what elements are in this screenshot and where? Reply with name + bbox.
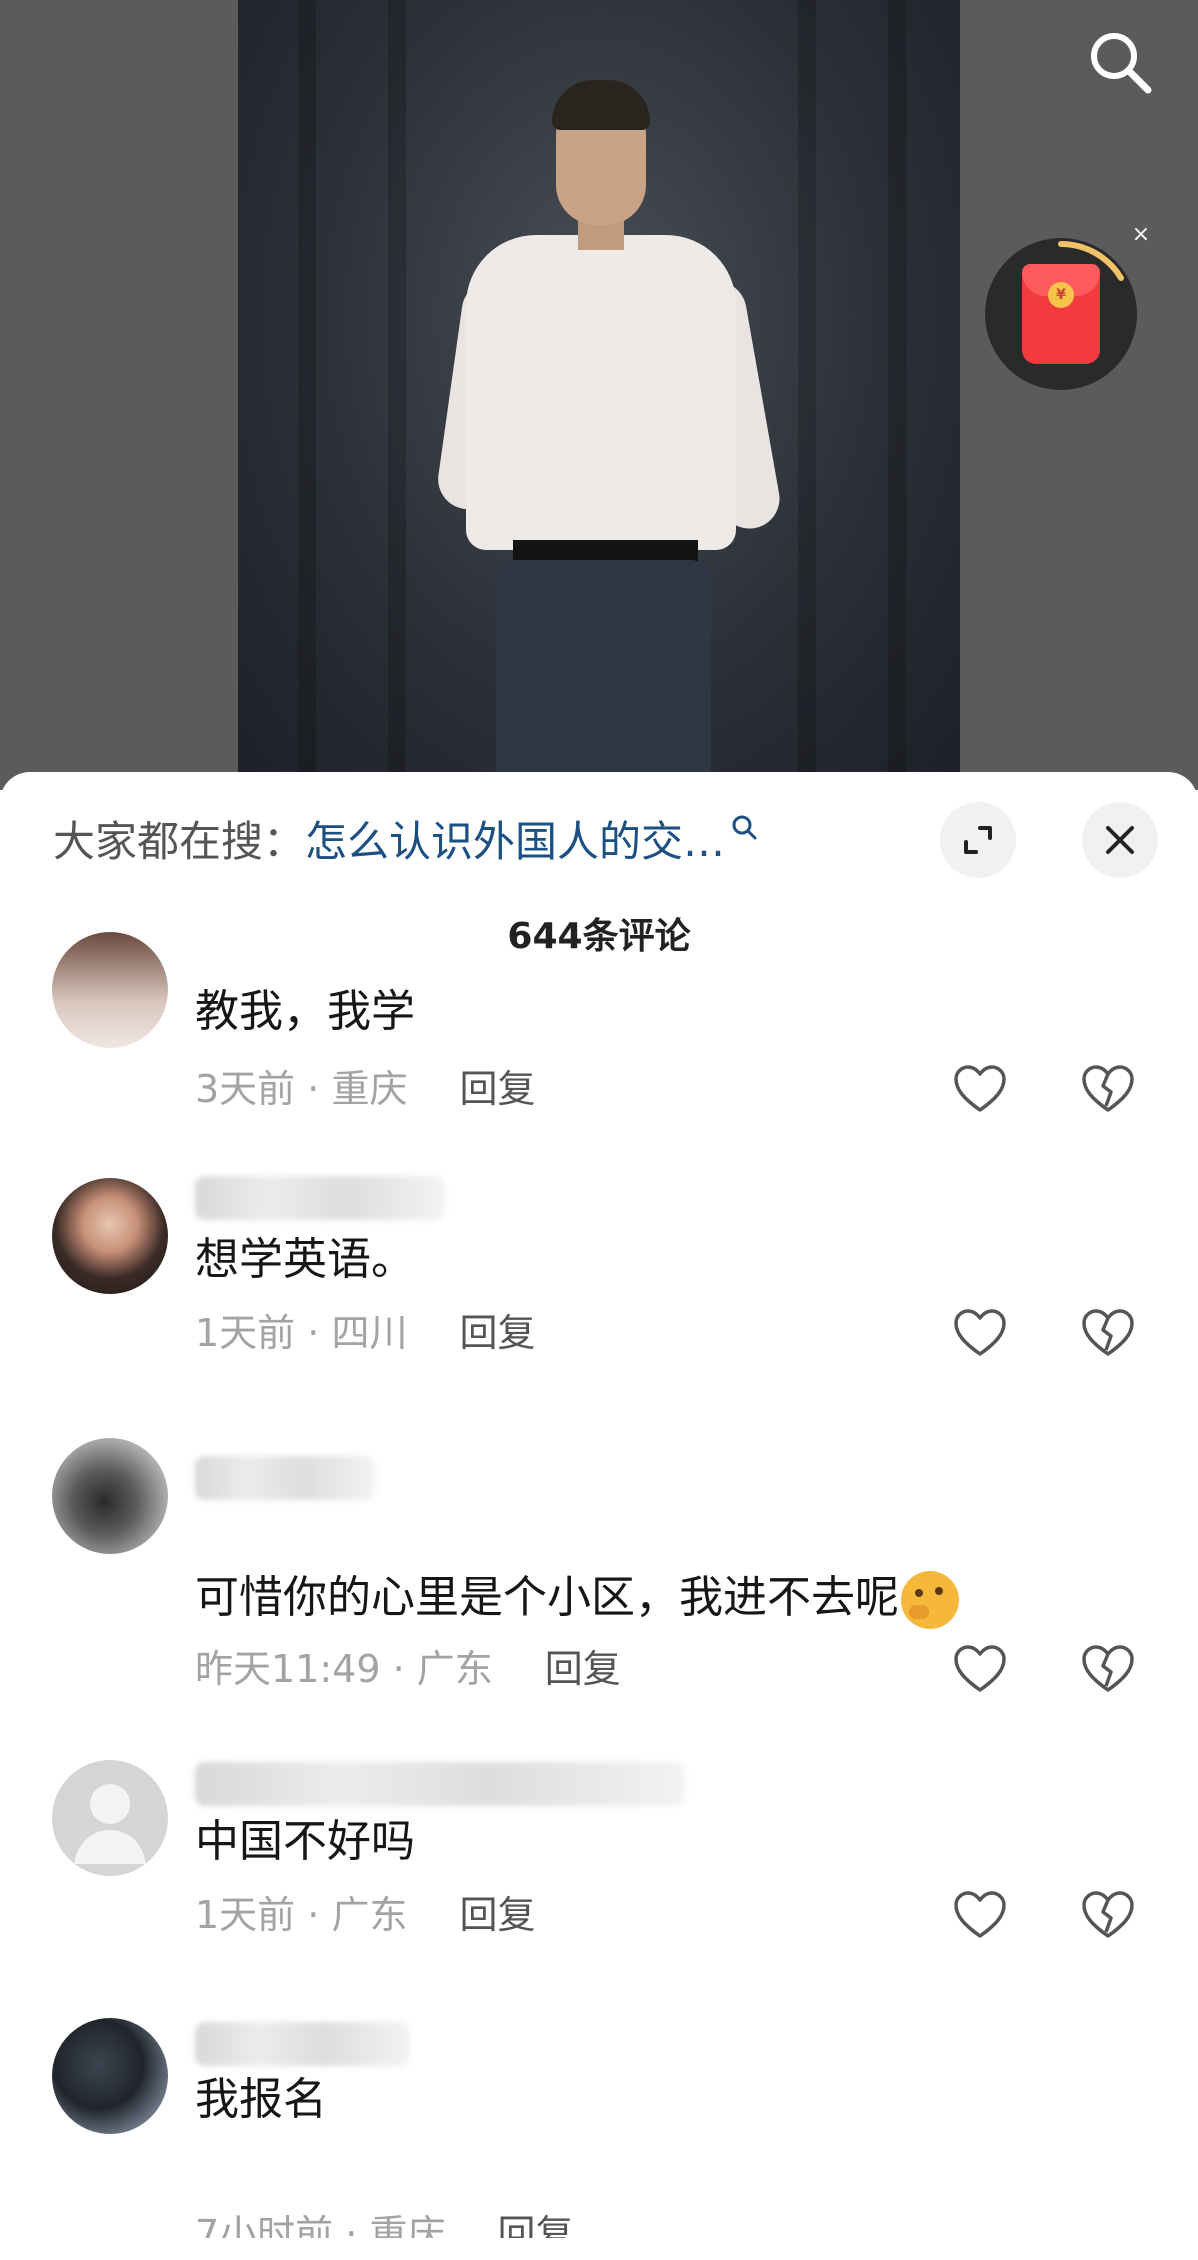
curtain-fold — [798, 0, 816, 790]
close-button[interactable] — [1082, 802, 1158, 878]
meta-separator: · — [295, 1893, 332, 1937]
like-button[interactable] — [948, 1883, 1012, 1947]
comment-location: 广东 — [331, 1893, 408, 1937]
dislike-button[interactable] — [1076, 1637, 1140, 1701]
video-frame — [238, 0, 960, 790]
comment-time: 7小时前 — [195, 2212, 334, 2238]
comment-count: 644条评论 — [507, 916, 691, 957]
person-hair — [552, 80, 650, 130]
person-shirt — [466, 235, 736, 550]
meta-separator: · — [380, 1647, 417, 1691]
broken-heart-icon — [1082, 1891, 1134, 1938]
like-button[interactable] — [948, 1637, 1012, 1701]
heart-icon — [954, 1891, 1006, 1938]
expand-icon — [964, 826, 992, 854]
avatar[interactable] — [52, 2018, 168, 2134]
comment-sheet: 大家都在搜：怎么认识外国人的交… 644条评论 教我，我学 3天前 · 重庆 回复 — [0, 772, 1198, 2260]
comment-location: 重庆 — [331, 1067, 408, 1111]
comment-text: 我报名 — [195, 2074, 327, 2125]
person-belt — [513, 540, 698, 562]
reply-button[interactable]: 回复 — [459, 1893, 535, 1937]
comment-meta: 1天前 · 广东 回复 — [195, 1890, 535, 1940]
comment-time: 3天前 — [195, 1067, 296, 1111]
username-blurred[interactable] — [195, 2022, 410, 2066]
red-packet-close-button[interactable]: × — [1128, 222, 1154, 248]
meta-separator: · — [295, 1311, 332, 1355]
comment-time: 1天前 — [195, 1893, 296, 1937]
comment-time: 1天前 — [195, 1311, 296, 1355]
close-icon — [1106, 826, 1134, 854]
comment-text-body: 可惜你的心里是个小区，我进不去呢 — [195, 1572, 899, 1623]
search-suggestion-query[interactable]: 怎么认识外国人的交… — [305, 817, 725, 866]
username-blurred[interactable] — [195, 1176, 445, 1220]
thinking-face-emoji — [901, 1571, 959, 1629]
reply-button[interactable]: 回复 — [545, 1647, 621, 1691]
dislike-button[interactable] — [1076, 1057, 1140, 1121]
username-blurred[interactable] — [195, 1762, 685, 1806]
default-avatar-icon — [74, 1784, 146, 1864]
red-packet-progress-ring — [1058, 241, 1124, 281]
comment-meta: 1天前 · 四川 回复 — [195, 1308, 535, 1358]
dislike-button[interactable] — [1076, 1301, 1140, 1365]
meta-separator: · — [295, 1067, 332, 1111]
heart-icon — [954, 1309, 1006, 1356]
search-icon — [1091, 33, 1152, 94]
comment-text: 可惜你的心里是个小区，我进不去呢 — [195, 1568, 959, 1629]
expand-button[interactable] — [940, 802, 1016, 878]
username-blurred[interactable] — [195, 1456, 375, 1500]
broken-heart-icon — [1082, 1065, 1134, 1112]
avatar[interactable] — [52, 1438, 168, 1554]
avatar[interactable] — [52, 932, 168, 1048]
comment-location: 四川 — [331, 1311, 408, 1355]
curtain-fold — [888, 0, 906, 790]
avatar[interactable] — [52, 1178, 168, 1294]
comment-text: 教我，我学 — [195, 986, 415, 1037]
search-suggestion-prefix: 大家都在搜： — [53, 817, 306, 866]
search-suggestion[interactable]: 大家都在搜：怎么认识外国人的交… — [53, 812, 913, 872]
search-button[interactable] — [1080, 22, 1160, 102]
comment-text: 想学英语。 — [195, 1234, 415, 1285]
curtain-fold — [388, 0, 406, 790]
like-button[interactable] — [948, 1301, 1012, 1365]
like-button[interactable] — [948, 1057, 1012, 1121]
comment-location: 重庆 — [369, 2212, 446, 2238]
avatar[interactable] — [52, 1760, 168, 1876]
reply-button[interactable]: 回复 — [459, 1311, 535, 1355]
comment-time: 昨天11:49 — [195, 1647, 381, 1691]
comment-meta: 3天前 · 重庆 回复 — [195, 1064, 535, 1114]
reply-button[interactable]: 回复 — [459, 1067, 535, 1111]
broken-heart-icon — [1082, 1645, 1134, 1692]
broken-heart-icon — [1082, 1309, 1134, 1356]
reply-button[interactable]: 回复 — [497, 2212, 573, 2238]
person-pants — [496, 560, 711, 790]
comment-meta: 7小时前 · 重庆 回复 — [195, 2204, 573, 2238]
curtain-fold — [298, 0, 316, 790]
comment-location: 广东 — [416, 1647, 493, 1691]
heart-icon — [954, 1065, 1006, 1112]
video-player[interactable]: ¥ × — [0, 0, 1198, 790]
meta-separator: · — [333, 2212, 370, 2238]
comment-text: 中国不好吗 — [195, 1816, 415, 1867]
search-icon — [732, 815, 757, 840]
heart-icon — [954, 1645, 1006, 1692]
comment-meta: 昨天11:49 · 广东 回复 — [195, 1644, 621, 1694]
dislike-button[interactable] — [1076, 1883, 1140, 1947]
